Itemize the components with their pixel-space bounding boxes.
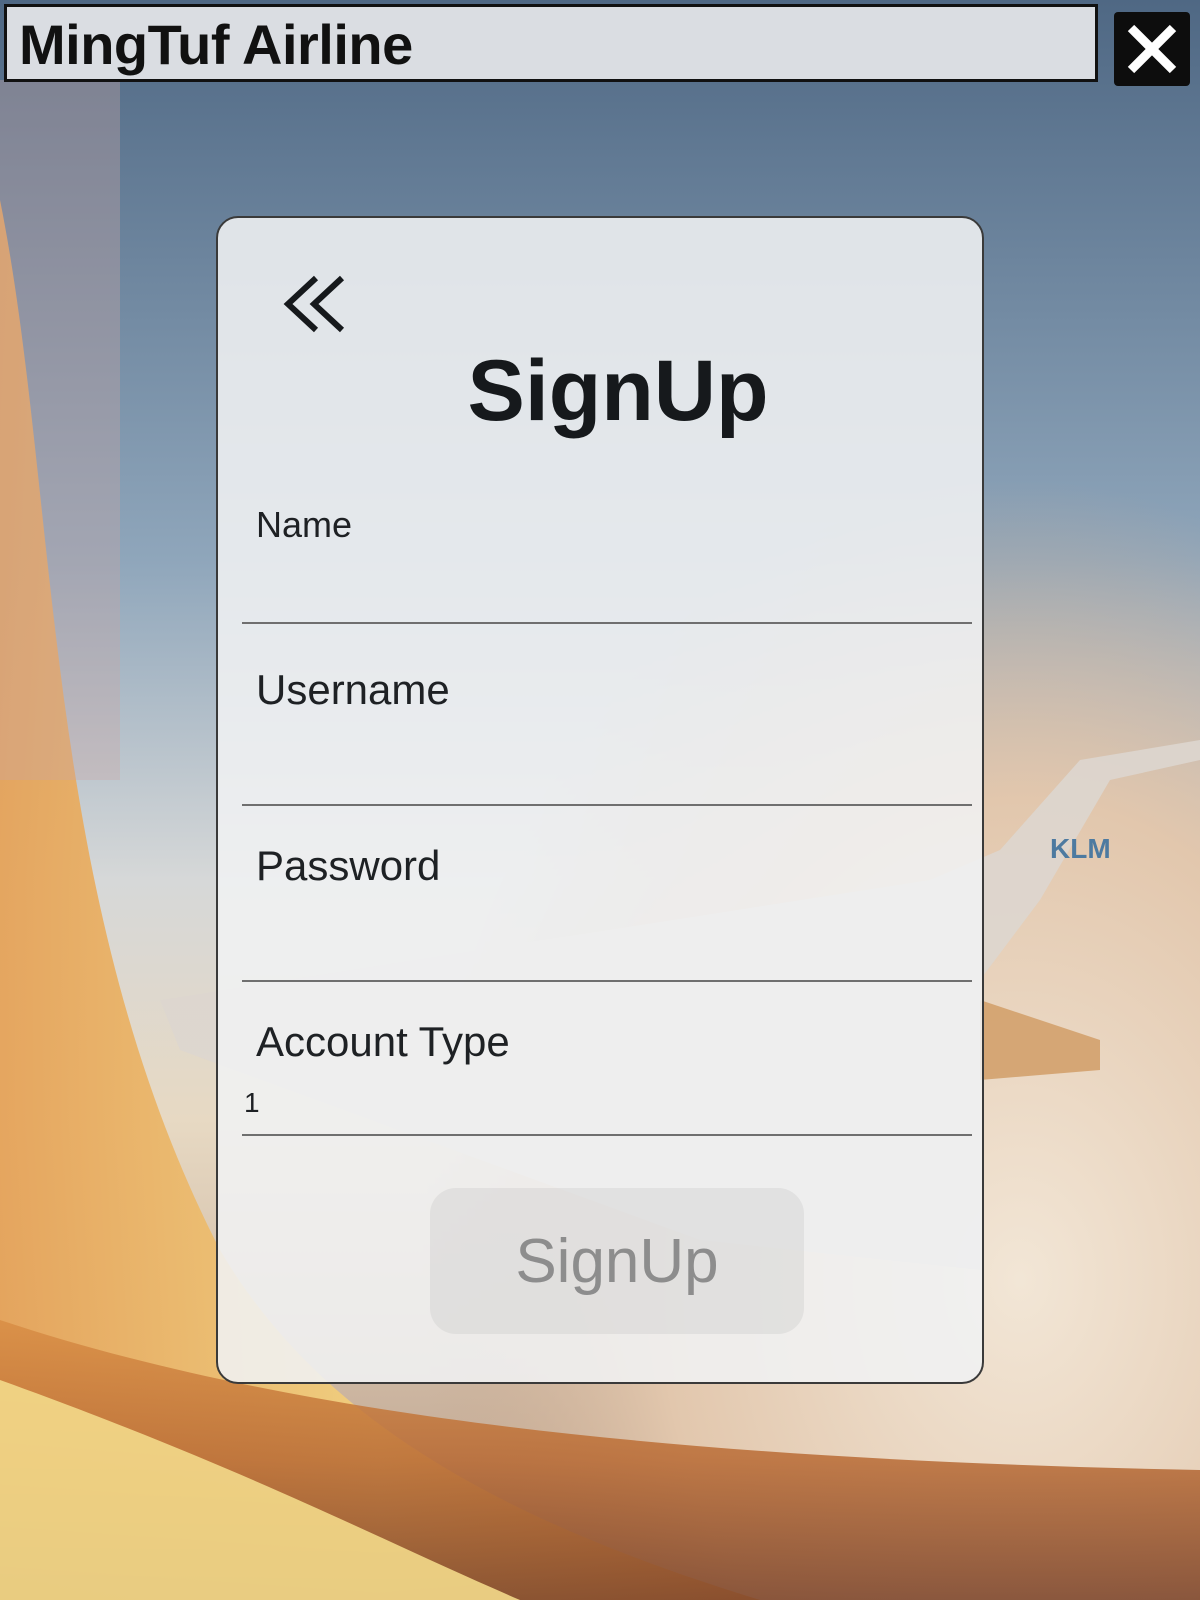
signup-card: SignUp Name Username Password Account Ty… xyxy=(216,216,984,1384)
title-bar: MingTuf Airline xyxy=(4,4,1098,82)
close-button[interactable] xyxy=(1114,12,1190,86)
app-window: KLM MingTuf Airline SignUp Name Username xyxy=(0,0,1200,1600)
page-title: SignUp xyxy=(467,343,769,439)
back-button[interactable] xyxy=(280,272,352,336)
wing-logo-text: KLM xyxy=(1050,833,1111,864)
account-type-label: Account Type xyxy=(256,1018,510,1065)
password-input[interactable] xyxy=(242,896,972,982)
password-label: Password xyxy=(256,842,441,889)
signup-button[interactable]: SignUp xyxy=(430,1188,804,1334)
name-input[interactable] xyxy=(242,542,972,624)
double-chevron-left-icon xyxy=(283,275,345,333)
app-title: MingTuf Airline xyxy=(19,13,413,76)
username-input[interactable] xyxy=(242,720,972,806)
close-icon xyxy=(1127,24,1177,74)
account-type-input[interactable] xyxy=(242,1072,972,1136)
name-label: Name xyxy=(256,504,353,545)
username-label: Username xyxy=(256,666,450,713)
